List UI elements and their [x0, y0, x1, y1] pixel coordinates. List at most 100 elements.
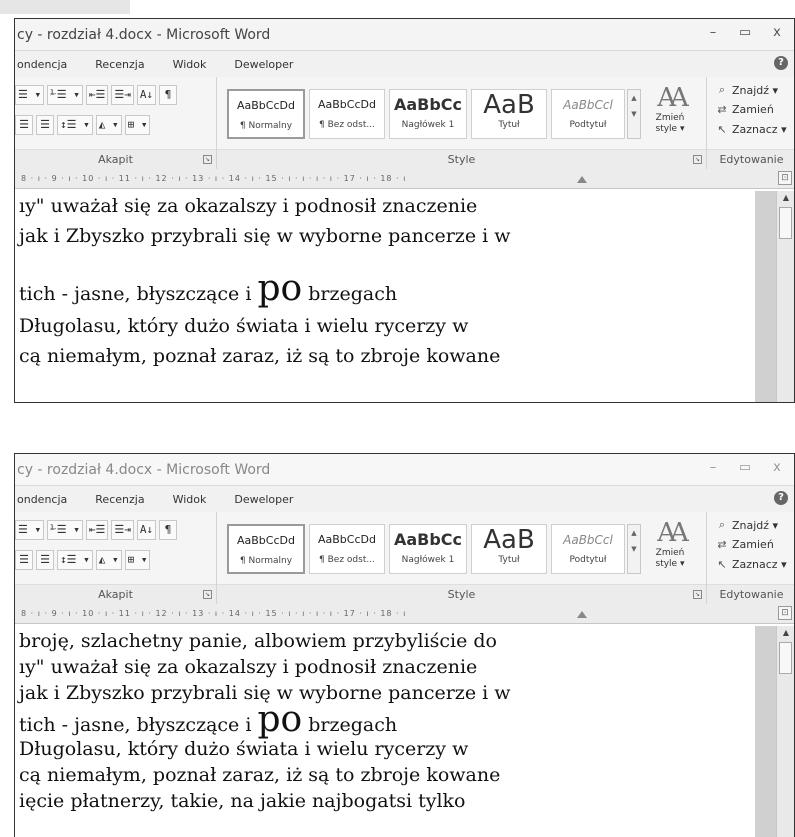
help-icon[interactable]: ?: [774, 56, 788, 70]
ruler: 8 · ı · 9 · ı · 10 · ı · 11 · ı · 12 · ı…: [15, 169, 794, 189]
sort-button[interactable]: A↓: [136, 85, 157, 105]
align-right-button[interactable]: ☰: [15, 115, 33, 135]
change-styles-label: Zmień: [655, 113, 685, 123]
style-name: ¶ Normalny: [239, 556, 293, 566]
word-window-bottom: cy - rozdział 4.docx - Microsoft Word – …: [14, 453, 795, 837]
tab-korespondencja[interactable]: ondencja: [15, 493, 81, 506]
scroll-thumb[interactable]: [779, 642, 792, 674]
line-spacing-button[interactable]: ↕☰ ▾: [57, 115, 93, 135]
justify-button[interactable]: ☰: [36, 115, 54, 135]
styles-group-label: Style: [217, 584, 706, 604]
paragraph-launcher-icon[interactable]: ↘: [203, 590, 212, 599]
style-subtitle[interactable]: AaBbCcl Podtytuł: [551, 524, 625, 574]
style-sample: AaBbCcDd: [318, 533, 376, 546]
change-styles-button[interactable]: AA Zmień style ▾: [645, 518, 695, 570]
document-line: ięcie płatnerzy, takie, na jakie najboga…: [19, 790, 466, 812]
styles-launcher-icon[interactable]: ↘: [693, 155, 702, 164]
ruler: 8 · ı · 9 · ı · 10 · ı · 11 · ı · 12 · ı…: [15, 604, 794, 624]
style-subtitle[interactable]: AaBbCcl Podtytuł: [551, 89, 625, 139]
replace-button[interactable]: ⇄ Zamień: [715, 538, 773, 551]
style-no-spacing[interactable]: AaBbCcDd ¶ Bez odst...: [309, 524, 385, 574]
paragraph-group: ☰ ▾ ⅟☰ ▾ ⇤☰ ☰⇥ A↓ ¶ ☰ ☰ ↕☰ ▾ ◭ ▾ ⊞ ▾ Aka…: [15, 512, 217, 604]
style-heading-1[interactable]: AaBbCc Nagłówek 1: [389, 89, 467, 139]
styles-launcher-icon[interactable]: ↘: [693, 590, 702, 599]
style-sample: AaBbCc: [393, 95, 463, 114]
multilevel-list-button[interactable]: ⅟☰ ▾: [47, 520, 83, 540]
document-line-emphasis: tich - jasne, błyszczące i po brzegach: [19, 271, 397, 307]
select-button[interactable]: ↖ Zaznacz ▾: [715, 123, 786, 136]
right-indent-marker[interactable]: [577, 176, 587, 183]
tab-widok[interactable]: Widok: [159, 58, 221, 71]
style-heading-1[interactable]: AaBbCc Nagłówek 1: [389, 524, 467, 574]
window-title: cy - rozdział 4.docx - Microsoft Word: [17, 461, 271, 478]
select-button[interactable]: ↖ Zaznacz ▾: [715, 558, 786, 571]
ribbon-tabs: ondencja Recenzja Widok Deweloper ?: [15, 51, 794, 77]
decrease-indent-button[interactable]: ⇤☰: [85, 85, 109, 105]
vertical-scrollbar[interactable]: ▲: [776, 191, 794, 402]
align-right-button[interactable]: ☰: [15, 550, 33, 570]
borders-button[interactable]: ⊞ ▾: [124, 115, 151, 135]
document-line-emphasis: tich - jasne, błyszczące i po brzegach: [19, 702, 397, 738]
tab-deweloper[interactable]: Deweloper: [220, 58, 307, 71]
scroll-up-icon[interactable]: ▲: [780, 193, 792, 203]
paragraph-group: ☰ ▾ ⅟☰ ▾ ⇤☰ ☰⇥ A↓ ¶ ☰ ☰ ↕☰ ▾ ◭ ▾ ⊞ ▾ Aka…: [15, 77, 217, 169]
replace-icon: ⇄: [717, 103, 727, 116]
style-title[interactable]: AaB Tytuł: [471, 524, 547, 574]
scroll-up-icon[interactable]: ▲: [780, 628, 792, 638]
document-page[interactable]: ıy" uważał się za okazalszy i podnosił z…: [15, 191, 755, 402]
style-title[interactable]: AaB Tytuł: [471, 89, 547, 139]
title-bar: cy - rozdział 4.docx - Microsoft Word – …: [15, 19, 794, 51]
change-styles-button[interactable]: AA Zmień style ▾: [645, 83, 695, 135]
tab-recenzja[interactable]: Recenzja: [81, 493, 158, 506]
maximize-button[interactable]: ▭: [738, 460, 752, 475]
tab-widok[interactable]: Widok: [159, 493, 221, 506]
styles-scroll[interactable]: ▲ ▼: [627, 524, 641, 574]
increase-indent-button[interactable]: ☰⇥: [111, 85, 134, 105]
pilcrow-button[interactable]: ¶: [159, 520, 178, 540]
decrease-indent-button[interactable]: ⇤☰: [85, 520, 109, 540]
view-ruler-icon[interactable]: ⊡: [778, 606, 792, 620]
style-sample: AaBbCcDd: [237, 99, 295, 112]
maximize-button[interactable]: ▭: [738, 25, 752, 40]
increase-indent-button[interactable]: ☰⇥: [111, 520, 134, 540]
paragraph-group-label: Akapit: [15, 149, 216, 169]
scroll-thumb[interactable]: [779, 207, 792, 239]
shading-button[interactable]: ◭ ▾: [95, 550, 122, 570]
pilcrow-button[interactable]: ¶: [159, 85, 178, 105]
minimize-button[interactable]: –: [706, 460, 720, 475]
right-indent-marker[interactable]: [577, 611, 587, 618]
justify-button[interactable]: ☰: [36, 550, 54, 570]
tab-recenzja[interactable]: Recenzja: [81, 58, 158, 71]
paragraph-launcher-icon[interactable]: ↘: [203, 155, 212, 164]
multilevel-list-button[interactable]: ⅟☰ ▾: [47, 85, 83, 105]
sort-button[interactable]: A↓: [136, 520, 157, 540]
list-button[interactable]: ☰ ▾: [15, 520, 45, 540]
close-button[interactable]: x: [770, 25, 784, 40]
vertical-scrollbar[interactable]: ▲: [776, 626, 794, 837]
style-no-spacing[interactable]: AaBbCcDd ¶ Bez odst...: [309, 89, 385, 139]
editing-group: ⌕ Znajdź ▾ ⇄ Zamień ↖ Zaznacz ▾ Edytowan…: [707, 77, 794, 169]
document-page[interactable]: broję, szlachetny panie, albowiem przyby…: [15, 626, 755, 837]
close-button[interactable]: x: [770, 460, 784, 475]
style-normal[interactable]: AaBbCcDd ¶ Normalny: [227, 89, 305, 139]
editing-group-label: Edytowanie: [707, 584, 794, 604]
replace-button[interactable]: ⇄ Zamień: [715, 103, 773, 116]
find-button[interactable]: ⌕ Znajdź ▾: [715, 518, 778, 532]
styles-scroll[interactable]: ▲ ▼: [627, 89, 641, 139]
view-ruler-icon[interactable]: ⊡: [778, 171, 792, 185]
style-normal[interactable]: AaBbCcDd ¶ Normalny: [227, 524, 305, 574]
minimize-button[interactable]: –: [706, 25, 720, 40]
tab-korespondencja[interactable]: ondencja: [15, 58, 81, 71]
borders-button[interactable]: ⊞ ▾: [124, 550, 151, 570]
style-name: Nagłówek 1: [401, 555, 455, 565]
shading-button[interactable]: ◭ ▾: [95, 115, 122, 135]
find-button[interactable]: ⌕ Znajdź ▾: [715, 83, 778, 97]
change-styles-label-2: style ▾: [655, 559, 685, 569]
list-button[interactable]: ☰ ▾: [15, 85, 45, 105]
tab-deweloper[interactable]: Deweloper: [220, 493, 307, 506]
change-styles-label: Zmień: [655, 548, 685, 558]
line-spacing-button[interactable]: ↕☰ ▾: [57, 550, 93, 570]
document-line: cą niemałym, poznał zaraz, iż są to zbro…: [19, 345, 501, 367]
help-icon[interactable]: ?: [774, 491, 788, 505]
style-name: Tytuł: [498, 120, 520, 130]
